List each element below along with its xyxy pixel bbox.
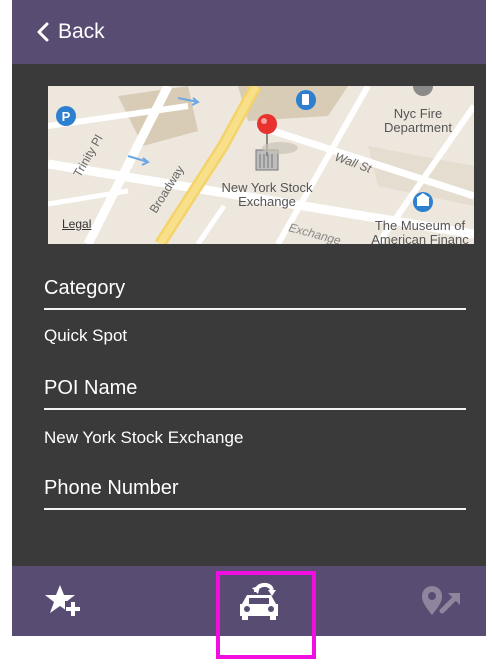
place-label-fire-line2: Department (384, 120, 452, 135)
navigate-button[interactable] (412, 566, 472, 636)
place-label-museum-line2: American Financ (371, 232, 469, 244)
selection-highlight (216, 571, 316, 659)
map-graphic: P Trinity Pl Broadway Wall St Exchange N… (48, 86, 474, 244)
poi-name-label: POI Name (44, 377, 138, 399)
place-label-fire-line1: Nyc Fire (394, 106, 442, 121)
place-label-nyse-line2: Exchange (238, 194, 296, 209)
gas-station-icon (296, 90, 316, 110)
parking-icon: P (56, 106, 76, 126)
app-screen: Back P Trinity Pl Broadway Wall St Excha… (12, 0, 486, 636)
category-value: Quick Spot (44, 326, 128, 345)
back-button[interactable]: Back (36, 20, 105, 44)
phone-number-label: Phone Number (44, 477, 179, 499)
museum-icon (413, 192, 433, 212)
place-label-nyse-line1: New York Stock (221, 180, 313, 195)
star-add-icon (45, 585, 81, 617)
svg-text:P: P (62, 109, 71, 124)
place-label-museum-line1: The Museum of (375, 218, 466, 233)
location-arrow-icon (422, 586, 460, 615)
add-favorite-button[interactable] (34, 566, 94, 636)
category-label: Category (44, 277, 126, 299)
poi-name-field: POI Name (44, 368, 466, 410)
phone-number-field: Phone Number (44, 468, 466, 510)
map-legal-link[interactable]: Legal (62, 217, 91, 231)
poi-name-value: New York Stock Exchange (44, 428, 244, 447)
chevron-left-icon (37, 22, 49, 42)
map-view[interactable]: P Trinity Pl Broadway Wall St Exchange N… (48, 86, 474, 244)
top-bar: Back (12, 0, 486, 64)
category-field: Category (44, 268, 466, 310)
back-label: Back (58, 20, 105, 43)
